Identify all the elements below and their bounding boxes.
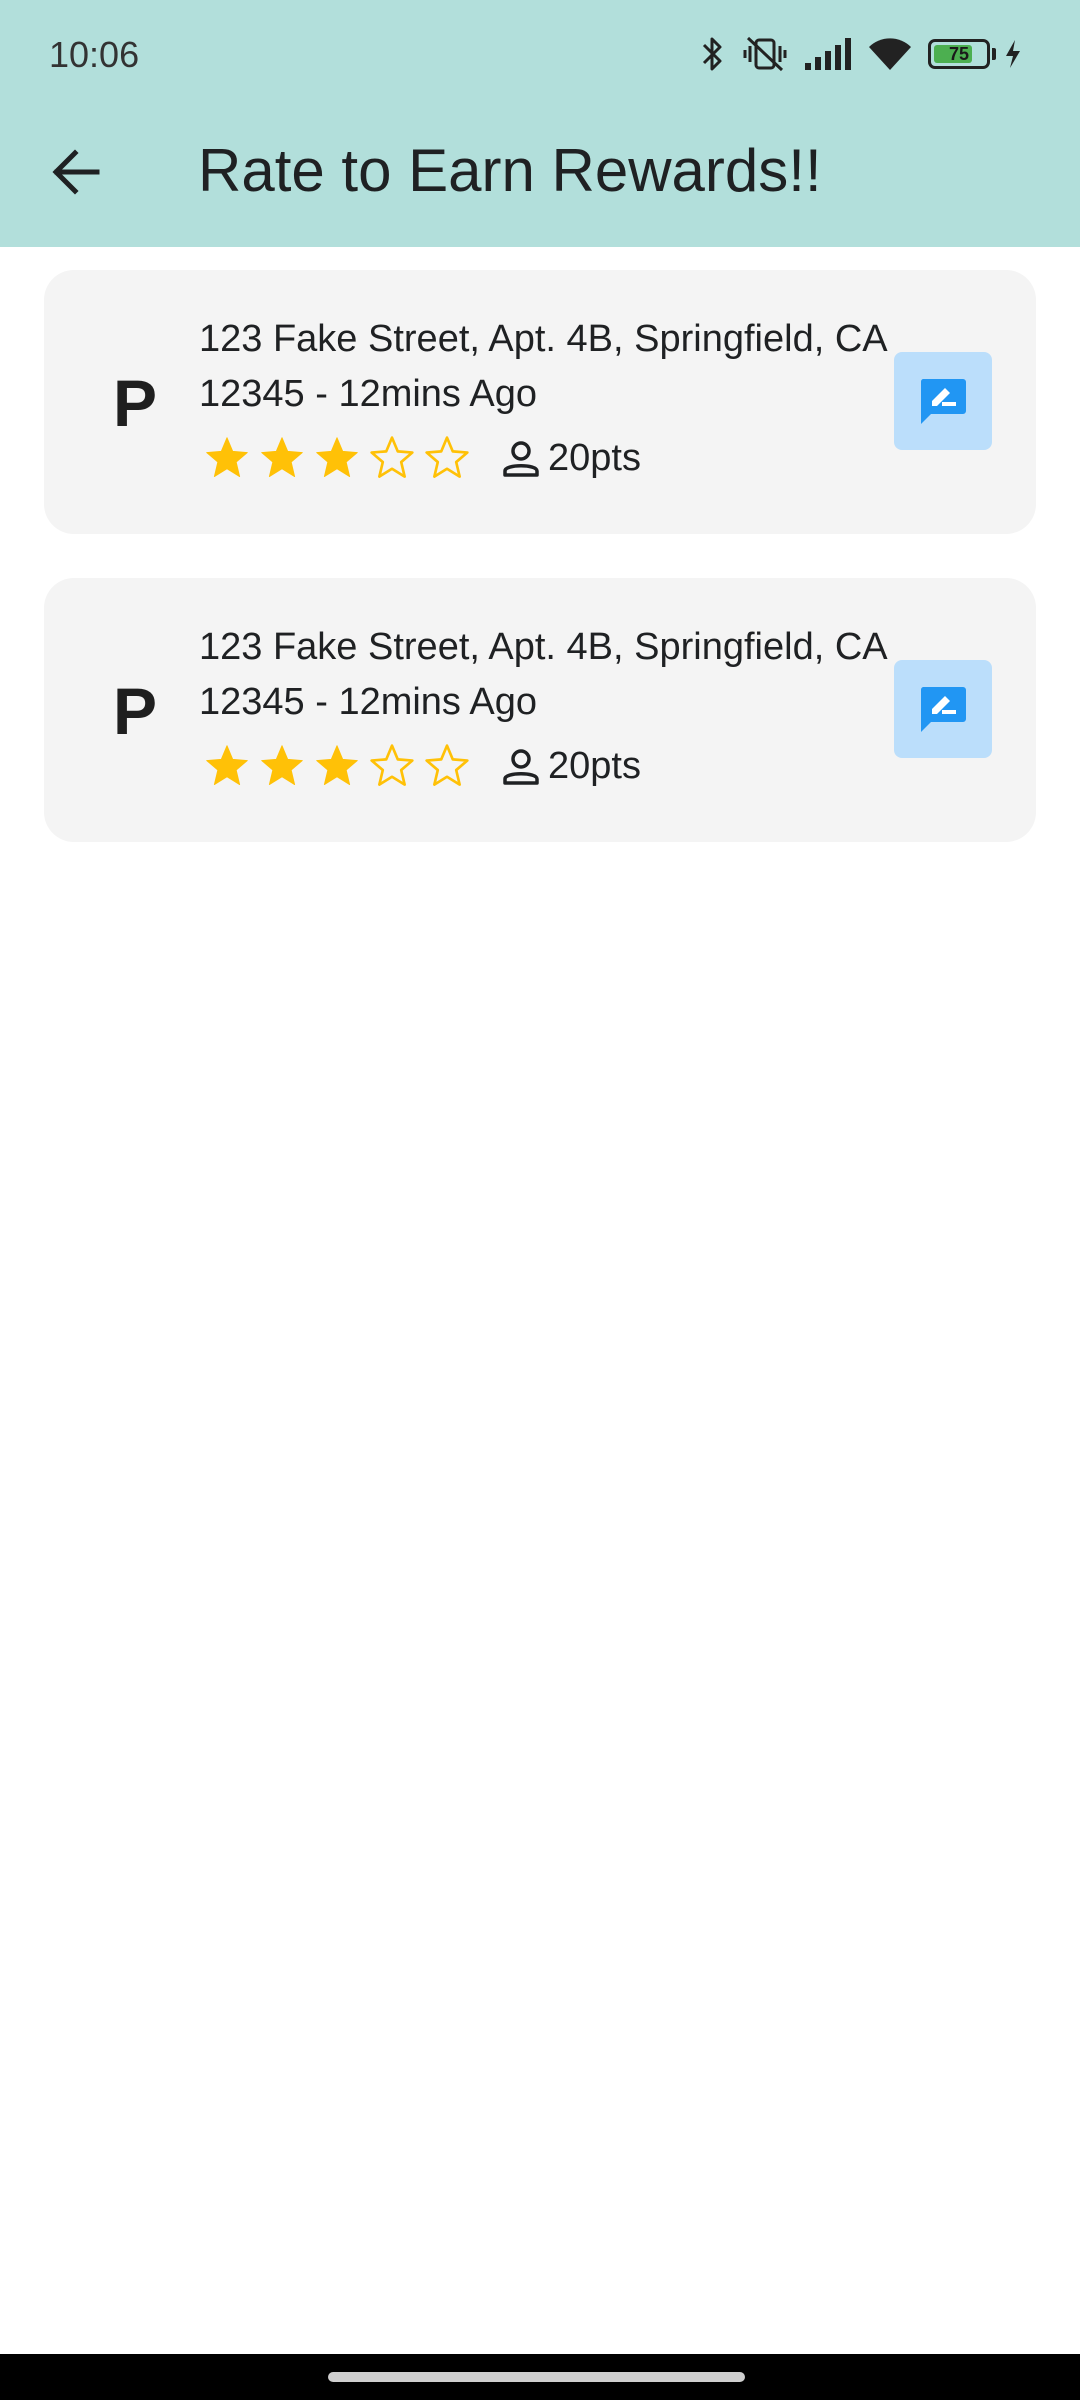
signal-icon <box>804 37 852 71</box>
reward-item-card[interactable]: P 123 Fake Street, Apt. 4B, Springfield,… <box>44 578 1036 842</box>
points-value: 20pts <box>548 436 641 479</box>
person-icon <box>498 435 544 481</box>
star-empty-icon[interactable] <box>419 432 474 484</box>
brand-logo: P <box>112 366 158 440</box>
star-rating[interactable] <box>199 740 474 792</box>
star-filled-icon[interactable] <box>199 432 254 484</box>
vibrate-off-icon <box>742 34 788 74</box>
status-icons: 75 <box>684 30 1022 78</box>
status-time: 10:06 <box>49 34 140 75</box>
star-filled-icon[interactable] <box>254 740 309 792</box>
star-filled-icon[interactable] <box>309 740 364 792</box>
star-filled-icon[interactable] <box>254 432 309 484</box>
star-empty-icon[interactable] <box>364 740 419 792</box>
brand-logo: P <box>112 674 158 748</box>
charging-icon <box>1004 39 1022 69</box>
item-address: 123 Fake Street, Apt. 4B, Springfield, C… <box>199 318 886 415</box>
points: 20pts <box>498 743 641 789</box>
battery-level: 75 <box>948 43 970 64</box>
item-meta: 20pts <box>199 738 641 794</box>
rate-review-icon <box>920 379 966 424</box>
rate-review-button[interactable] <box>894 660 992 758</box>
points: 20pts <box>498 435 641 481</box>
arrow-back-icon <box>52 149 100 195</box>
back-button[interactable] <box>34 130 118 214</box>
wifi-icon <box>868 36 912 72</box>
app-bar: 10:06 75 Rate to Earn Rewards!! <box>0 0 1080 247</box>
star-empty-icon[interactable] <box>419 740 474 792</box>
home-gesture-handle[interactable] <box>328 2372 745 2382</box>
star-filled-icon[interactable] <box>309 432 364 484</box>
system-nav-bar <box>0 2354 1080 2400</box>
bluetooth-icon <box>700 34 726 74</box>
battery-icon: 75 <box>928 39 996 69</box>
item-meta: 20pts <box>199 430 641 486</box>
star-rating[interactable] <box>199 432 474 484</box>
item-address: 123 Fake Street, Apt. 4B, Springfield, C… <box>199 626 886 723</box>
person-icon <box>498 743 544 789</box>
star-filled-icon[interactable] <box>199 740 254 792</box>
page-title: Rate to Earn Rewards!! <box>198 137 822 204</box>
rate-review-button[interactable] <box>894 352 992 450</box>
points-value: 20pts <box>548 744 641 787</box>
rate-review-icon <box>920 687 966 732</box>
reward-item-card[interactable]: P 123 Fake Street, Apt. 4B, Springfield,… <box>44 270 1036 534</box>
star-empty-icon[interactable] <box>364 432 419 484</box>
